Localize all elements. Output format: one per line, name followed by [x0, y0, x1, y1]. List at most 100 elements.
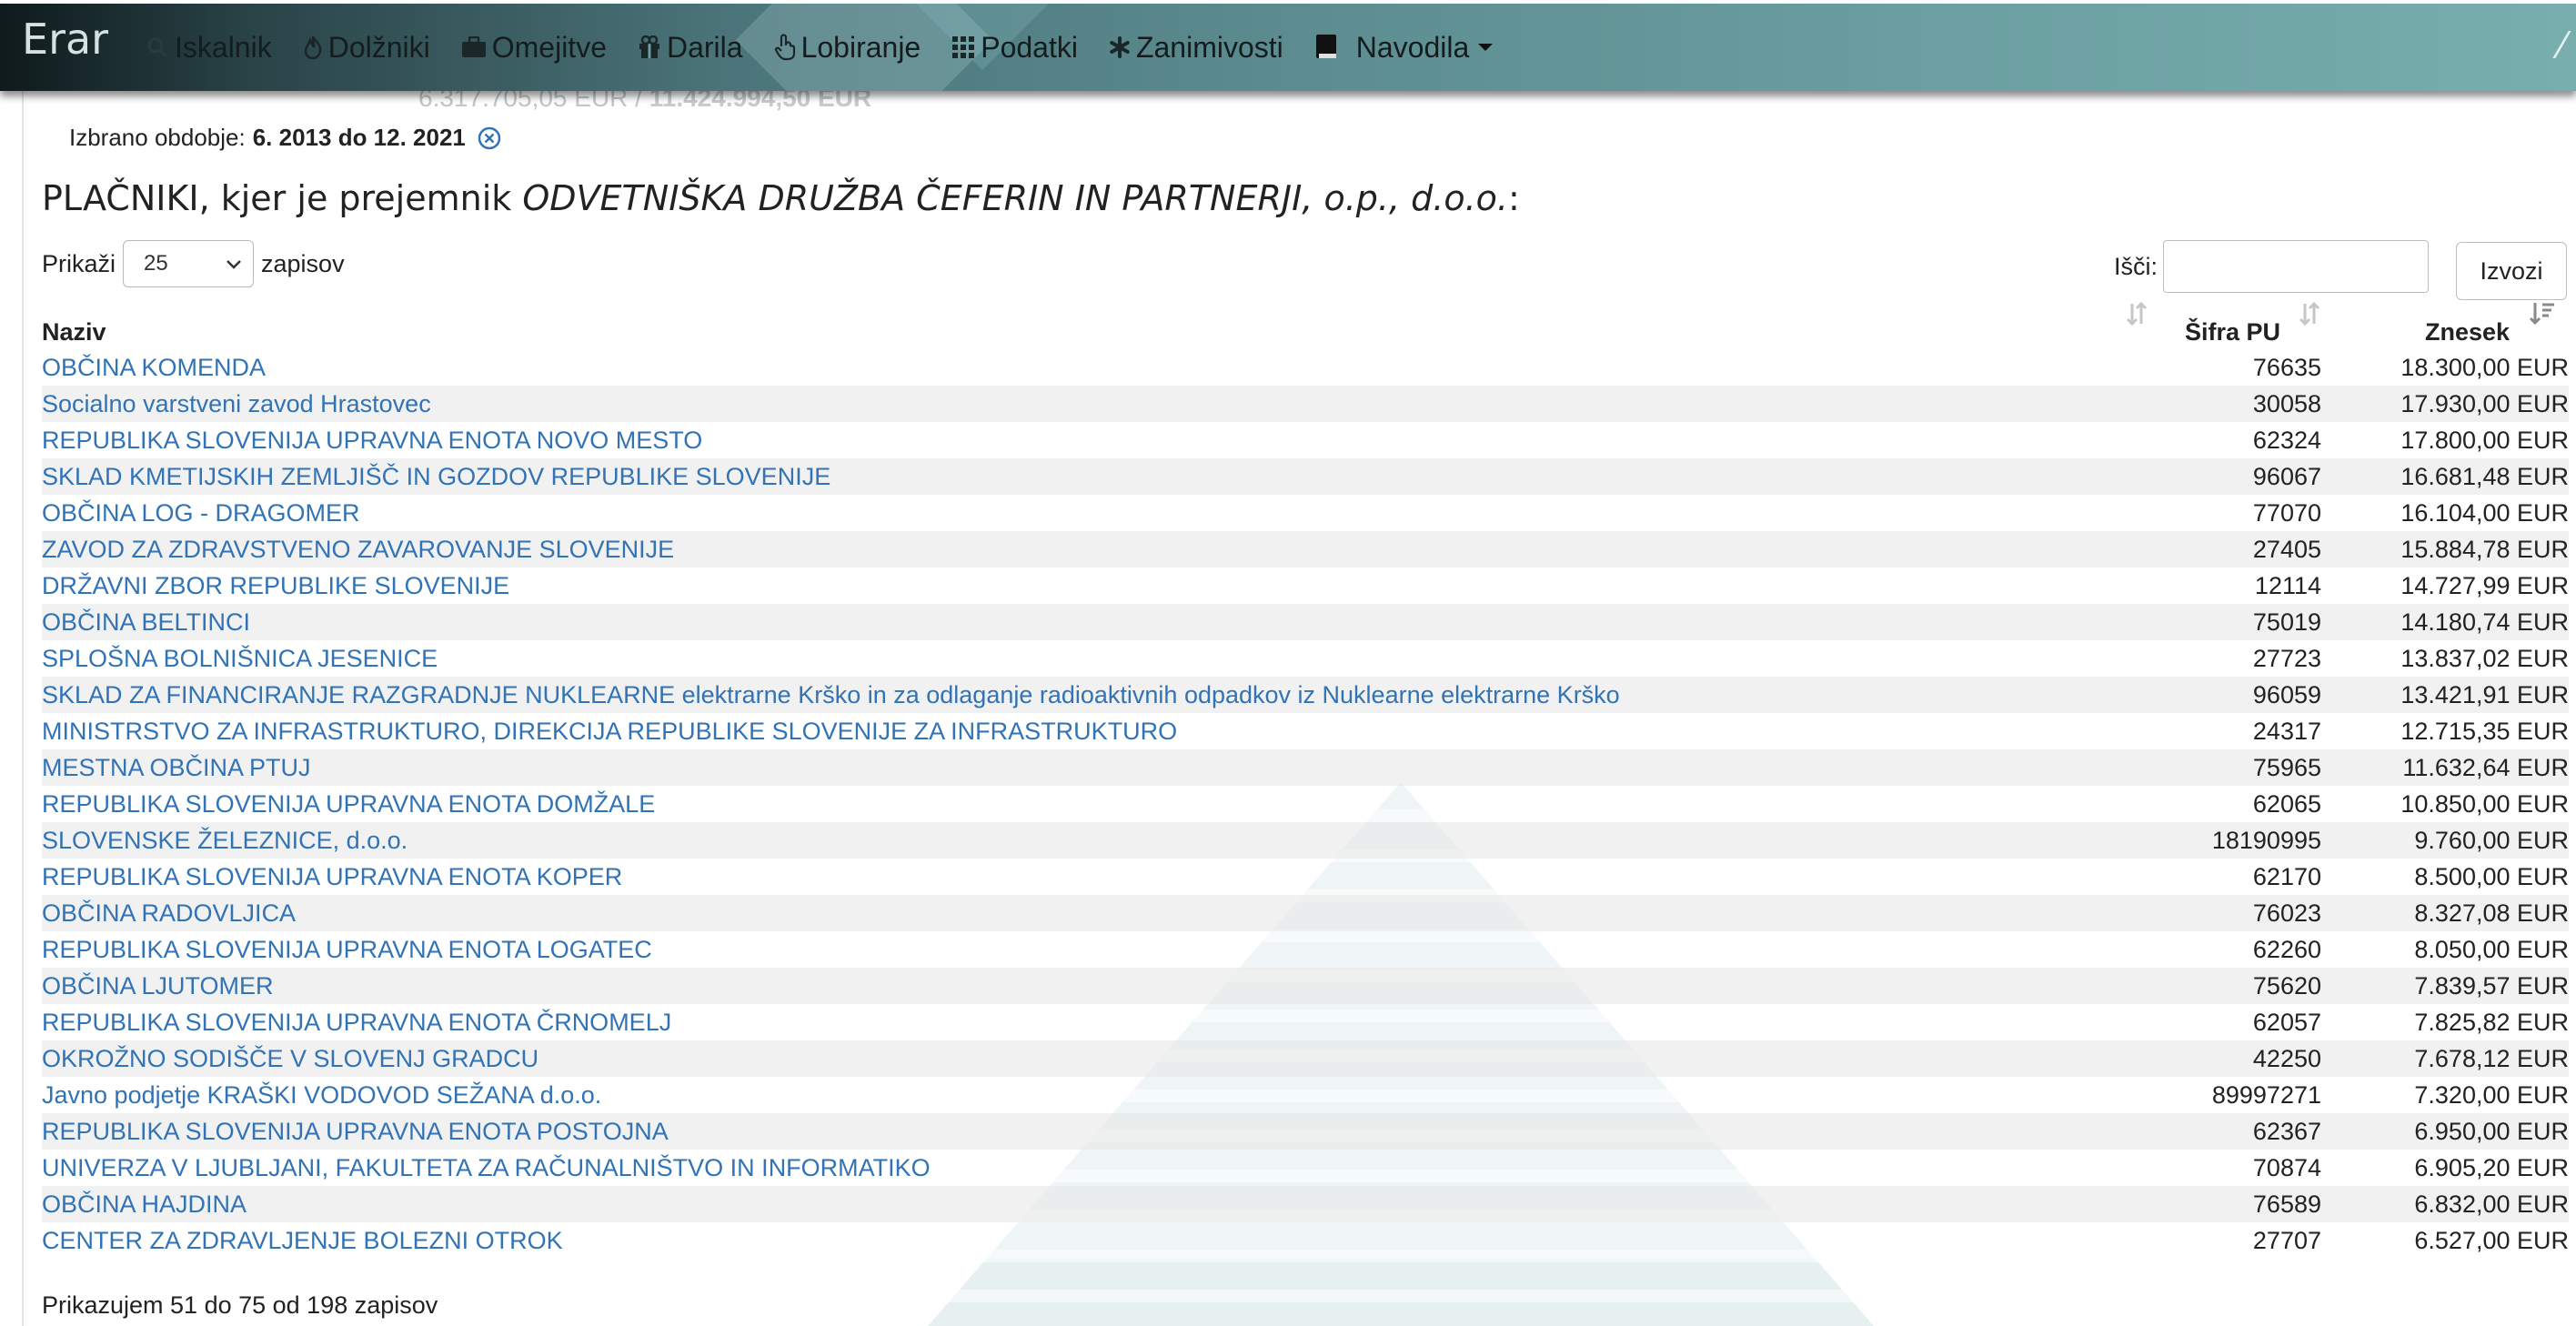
- nav-item-label: Lobiranje: [800, 30, 921, 64]
- table-row: SKLAD KMETIJSKIH ZEMLJIŠČ IN GOZDOV REPU…: [42, 458, 2569, 495]
- show-label: Prikaži: [42, 249, 116, 277]
- nav-item-darila[interactable]: Darila: [638, 31, 743, 65]
- payment-amount: 7.839,57 EUR: [2414, 972, 2569, 1000]
- nav-item-label: Navodila: [1355, 30, 1470, 64]
- payer-name-link[interactable]: SKLAD KMETIJSKIH ZEMLJIŠČ IN GOZDOV REPU…: [42, 458, 830, 495]
- search-input[interactable]: [2163, 240, 2430, 293]
- payer-code: 18190995: [2211, 827, 2321, 854]
- nav-item-navodila[interactable]: Navodila: [1314, 31, 1494, 65]
- selected-period: Izbrano obdobje: 6. 2013 do 12. 2021: [69, 124, 502, 152]
- export-button[interactable]: Izvozi: [2456, 242, 2567, 300]
- payer-code: 62065: [2252, 790, 2321, 818]
- payer-name-link[interactable]: OBČINA LJUTOMER: [42, 968, 274, 1004]
- payer-name-link[interactable]: REPUBLIKA SLOVENIJA UPRAVNA ENOTA POSTOJ…: [42, 1113, 669, 1150]
- clear-period-icon[interactable]: [477, 126, 502, 151]
- payer-name-link[interactable]: OBČINA RADOVLJICA: [42, 895, 296, 931]
- payment-amount: 6.832,00 EUR: [2414, 1190, 2569, 1218]
- table-row: REPUBLIKA SLOVENIJA UPRAVNA ENOTA KOPER 6…: [42, 859, 2569, 895]
- payer-name-link[interactable]: OBČINA KOMENDA: [42, 349, 266, 386]
- payer-name-link[interactable]: REPUBLIKA SLOVENIJA UPRAVNA ENOTA KOPER: [42, 859, 622, 895]
- payer-code: 96067: [2252, 463, 2321, 490]
- chevron-down-icon: [226, 251, 242, 276]
- page-size-select[interactable]: 25: [123, 240, 255, 287]
- payer-code: 62324: [2252, 427, 2321, 454]
- column-header-amount[interactable]: Znesek: [2425, 318, 2510, 347]
- table-row: Javno podjetje KRAŠKI VODOVOD SEŽANA d.o…: [42, 1077, 2569, 1113]
- sort-descending-icon[interactable]: [2529, 300, 2556, 332]
- payer-name-link[interactable]: CENTER ZA ZDRAVLJENJE BOLEZNI OTROK: [42, 1222, 563, 1259]
- nav-item-zanimivosti[interactable]: Zanimivosti: [1109, 31, 1283, 65]
- brand-logo[interactable]: Erar: [22, 15, 108, 64]
- search-icon: [146, 35, 169, 59]
- table-row: REPUBLIKA SLOVENIJA UPRAVNA ENOTA DOMŽAL…: [42, 786, 2569, 822]
- payer-name-link[interactable]: OBČINA BELTINCI: [42, 604, 250, 640]
- payment-amount: 6.950,00 EUR: [2414, 1118, 2569, 1145]
- payment-amount: 9.760,00 EUR: [2414, 827, 2569, 854]
- table-row: ZAVOD ZA ZDRAVSTVENO ZAVAROVANJE SLOVENI…: [42, 531, 2569, 568]
- payer-code: 62057: [2252, 1009, 2321, 1036]
- payer-name-link[interactable]: Socialno varstveni zavod Hrastovec: [42, 386, 431, 422]
- table-row: OBČINA RADOVLJICA 76023 8.327,08 EUR: [42, 895, 2569, 931]
- payer-name-link[interactable]: OKROŽNO SODIŠČE V SLOVENJ GRADCU: [42, 1040, 538, 1077]
- table-row: MINISTRSTVO ZA INFRASTRUKTURO, DIREKCIJA…: [42, 713, 2569, 749]
- sort-icon[interactable]: [2298, 300, 2321, 332]
- nav-item-dolzniki[interactable]: Dolžniki: [303, 31, 430, 65]
- nav-item-label: Omejitve: [491, 30, 607, 64]
- payment-amount: 6.527,00 EUR: [2414, 1227, 2569, 1254]
- payer-name-link[interactable]: SPLOŠNA BOLNIŠNICA JESENICE: [42, 640, 438, 677]
- payer-code: 89997271: [2211, 1081, 2321, 1109]
- payer-name-link[interactable]: SKLAD ZA FINANCIRANJE RAZGRADNJE NUKLEAR…: [42, 677, 1620, 713]
- payment-amount: 17.800,00 EUR: [2400, 427, 2569, 454]
- chevron-down-icon: [1478, 44, 1494, 51]
- nav-item-iskalnik[interactable]: Iskalnik: [146, 31, 272, 65]
- payer-name-link[interactable]: MESTNA OBČINA PTUJ: [42, 749, 311, 786]
- payment-amount: 16.104,00 EUR: [2400, 499, 2569, 527]
- payment-amount: 13.837,02 EUR: [2400, 645, 2569, 672]
- payment-amount: 8.327,08 EUR: [2414, 899, 2569, 927]
- payment-amount: 14.180,74 EUR: [2400, 608, 2569, 636]
- table-row: SKLAD ZA FINANCIRANJE RAZGRADNJE NUKLEAR…: [42, 677, 2569, 713]
- sort-icon[interactable]: [2125, 300, 2148, 332]
- page-title-prefix: PLAČNIKI, kjer je prejemnik: [42, 178, 523, 218]
- payer-code: 75019: [2252, 608, 2321, 636]
- payment-amount: 8.500,00 EUR: [2414, 863, 2569, 890]
- payer-name-link[interactable]: ZAVOD ZA ZDRAVSTVENO ZAVAROVANJE SLOVENI…: [42, 531, 674, 568]
- table-header: Naziv Šifra PU Znesek: [42, 300, 2569, 349]
- payer-name-link[interactable]: OBČINA LOG - DRAGOMER: [42, 495, 360, 531]
- payment-amount: 10.850,00 EUR: [2400, 790, 2569, 818]
- payer-name-link[interactable]: DRŽAVNI ZBOR REPUBLIKE SLOVENIJE: [42, 568, 509, 604]
- payer-name-link[interactable]: REPUBLIKA SLOVENIJA UPRAVNA ENOTA NOVO M…: [42, 422, 702, 458]
- column-header-code[interactable]: Šifra PU: [2185, 318, 2280, 347]
- payers-table: Naziv Šifra PU Znesek OBČINA KOMENDA 7663…: [42, 300, 2569, 1259]
- payer-name-link[interactable]: Javno podjetje KRAŠKI VODOVOD SEŽANA d.o…: [42, 1077, 601, 1113]
- payer-name-link[interactable]: MINISTRSTVO ZA INFRASTRUKTURO, DIREKCIJA…: [42, 713, 1177, 749]
- payer-code: 12114: [2254, 572, 2321, 599]
- table-row: REPUBLIKA SLOVENIJA UPRAVNA ENOTA ČRNOME…: [42, 1004, 2569, 1040]
- payment-amount: 15.884,78 EUR: [2400, 536, 2569, 563]
- payer-name-link[interactable]: REPUBLIKA SLOVENIJA UPRAVNA ENOTA LOGATE…: [42, 931, 652, 968]
- payer-name-link[interactable]: REPUBLIKA SLOVENIJA UPRAVNA ENOTA ČRNOME…: [42, 1004, 671, 1040]
- payer-name-link[interactable]: SLOVENSKE ŽELEZNICE, d.o.o.: [42, 822, 408, 859]
- payer-name-link[interactable]: OBČINA HAJDINA: [42, 1186, 247, 1222]
- nav-menu: Iskalnik Dolžniki Omejitve Darila Lobira…: [146, 4, 1524, 91]
- briefcase-icon: [461, 36, 487, 58]
- payment-amount: 17.930,00 EUR: [2400, 390, 2569, 417]
- page-size-value: 25: [144, 251, 168, 276]
- table-row: Socialno varstveni zavod Hrastovec 30058 1…: [42, 386, 2569, 422]
- payment-amount: 13.421,91 EUR: [2400, 681, 2569, 708]
- pagination-info: Prikazujem 51 do 75 od 198 zapisov: [42, 1291, 438, 1319]
- nav-item-lobiranje[interactable]: Lobiranje: [774, 31, 921, 65]
- payment-amount: 12.715,35 EUR: [2400, 718, 2569, 745]
- payer-code: 62170: [2252, 863, 2321, 890]
- nav-item-podatki[interactable]: Podatki: [951, 31, 1078, 65]
- payer-name-link[interactable]: REPUBLIKA SLOVENIJA UPRAVNA ENOTA DOMŽAL…: [42, 786, 655, 822]
- asterisk-icon: [1109, 36, 1131, 58]
- payment-amount: 14.727,99 EUR: [2400, 572, 2569, 599]
- nav-item-omejitve[interactable]: Omejitve: [461, 31, 607, 65]
- column-header-name[interactable]: Naziv: [42, 318, 106, 347]
- period-value: 6. 2013 do 12. 2021: [252, 124, 466, 151]
- content-left-border: [22, 91, 24, 1326]
- payer-name-link[interactable]: UNIVERZA V LJUBLJANI, FAKULTETA ZA RAČUN…: [42, 1150, 931, 1186]
- fire-icon: [303, 35, 323, 60]
- nav-item-label: Zanimivosti: [1135, 30, 1283, 64]
